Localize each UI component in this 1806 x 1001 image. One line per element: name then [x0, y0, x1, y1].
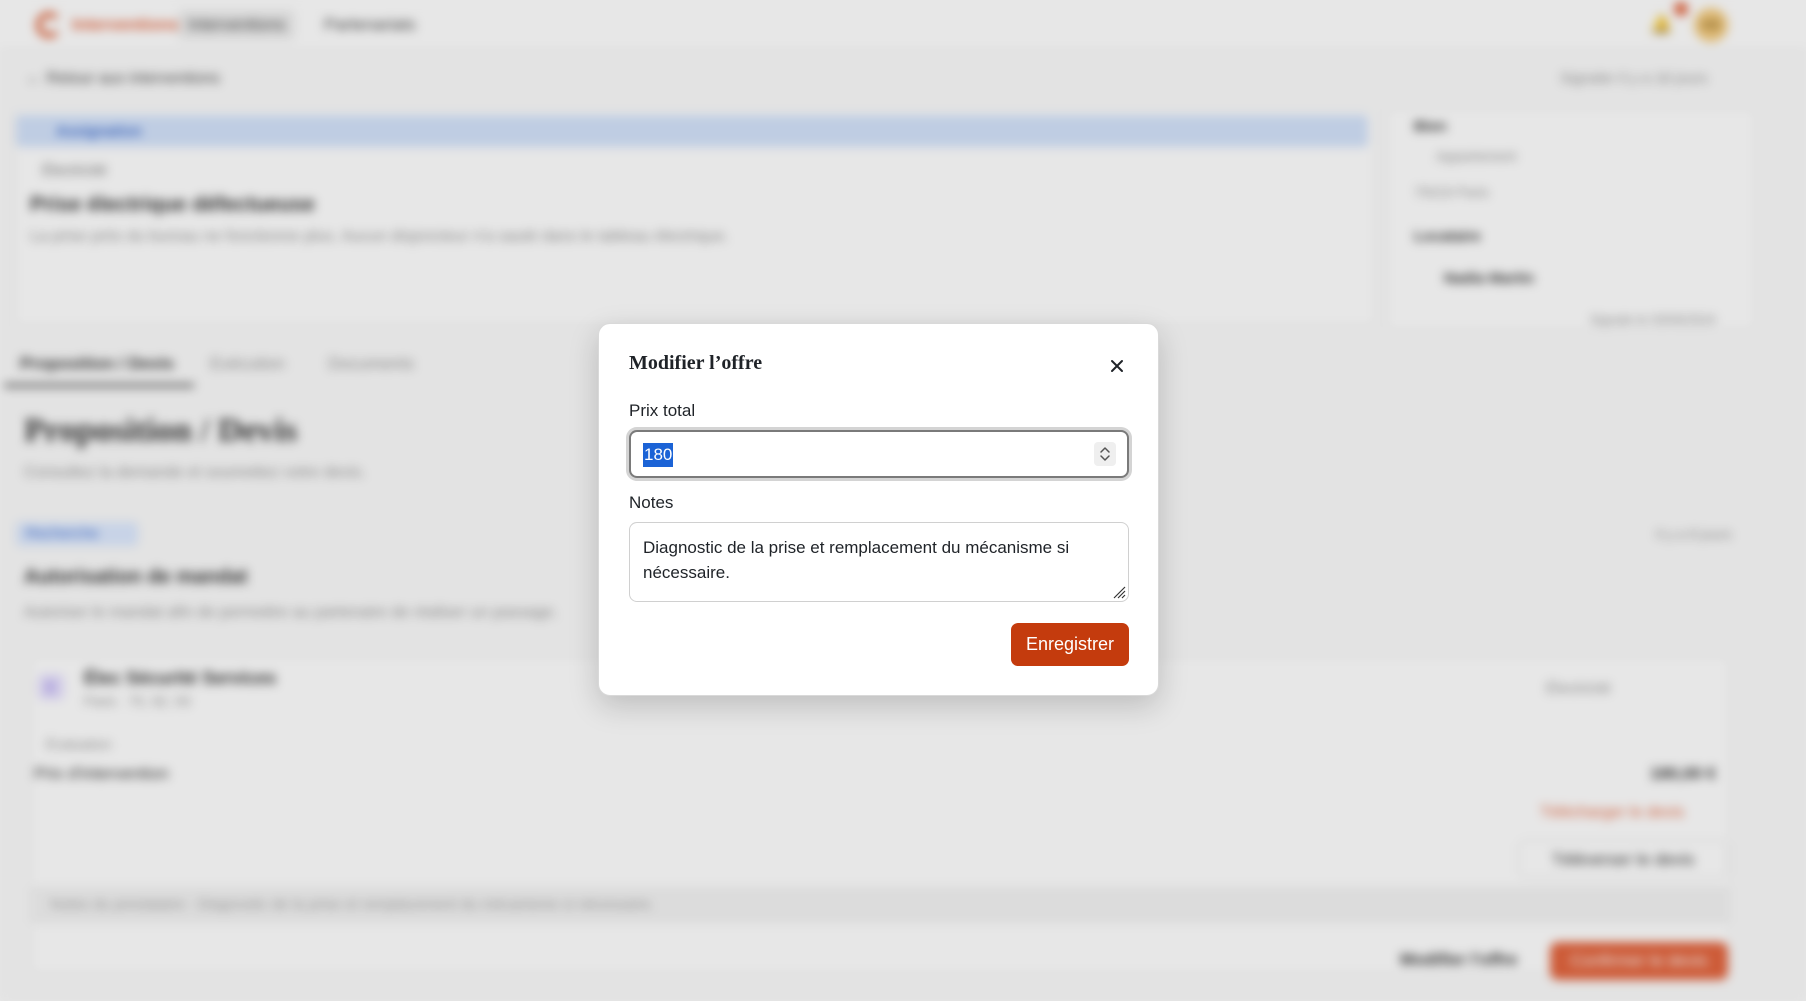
number-stepper[interactable] [1094, 442, 1116, 466]
price-field-label: Prix total [629, 401, 696, 420]
price-field[interactable]: 180 [629, 430, 1129, 478]
close-button[interactable] [1103, 352, 1131, 380]
price-input-selection: 180 [643, 443, 674, 467]
chevron-up-down-icon [1100, 447, 1110, 461]
notes-field-label: Notes [629, 493, 674, 512]
save-button[interactable]: Enregistrer [1011, 623, 1129, 666]
dialog-title: Modifier l’offre [629, 352, 763, 374]
resize-grip-icon[interactable] [1112, 585, 1126, 599]
close-icon [1111, 360, 1123, 372]
notes-textarea[interactable]: Diagnostic de la prise et remplacement d… [629, 522, 1129, 602]
price-input[interactable] [643, 443, 1063, 467]
edit-offer-dialog: Modifier l’offre Prix total 180 Notes Di… [598, 323, 1159, 696]
